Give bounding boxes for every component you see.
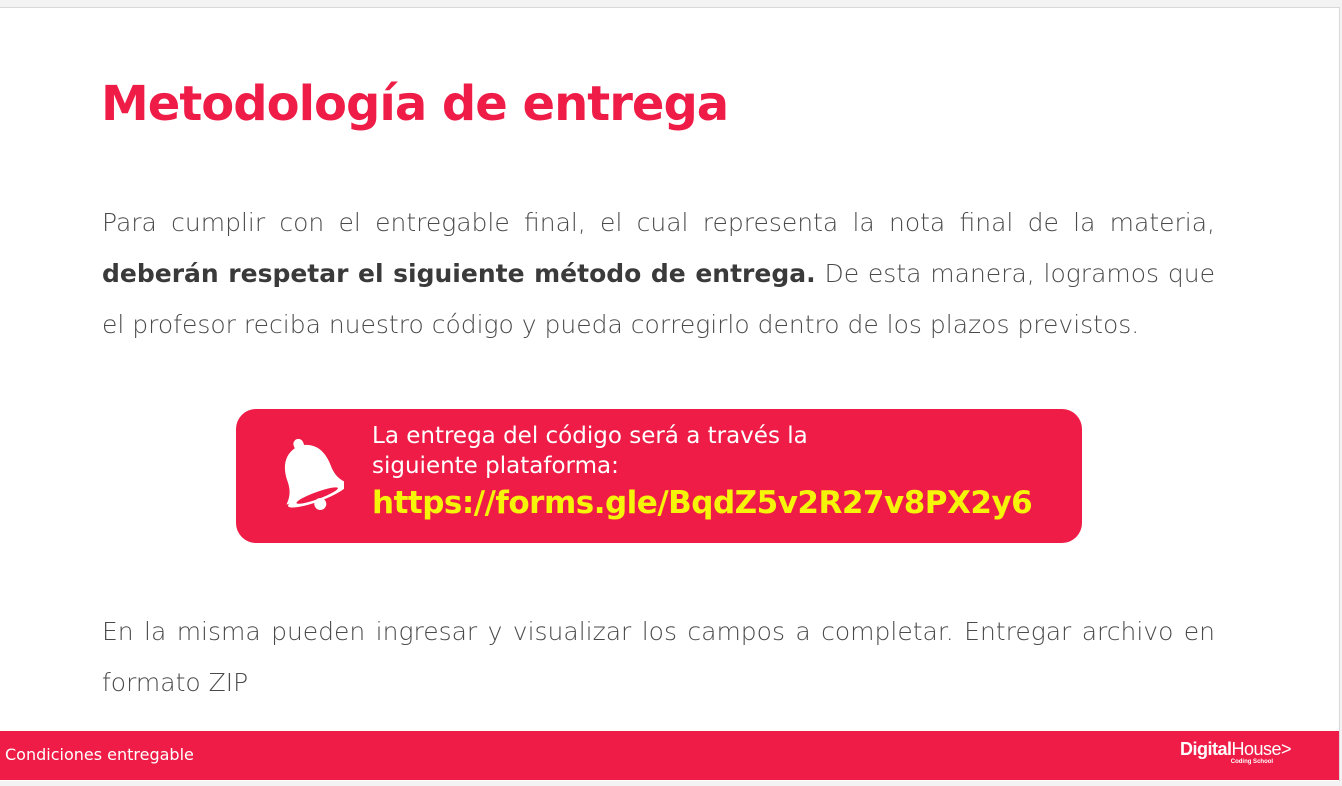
instructions-paragraph: En la misma pueden ingresar y visualizar…	[102, 617, 1215, 697]
callout-line-2: siguiente plataforma:	[372, 453, 619, 479]
intro-bold-text: deberán respetar el siguiente método de …	[102, 259, 816, 288]
intro-paragraph: Para cumplir con el entregable final, el…	[102, 197, 1215, 350]
logo-subtitle: Coding School	[1230, 759, 1274, 765]
logo-house: House	[1231, 739, 1282, 759]
logo-wordmark: DigitalHouse>	[1180, 739, 1292, 759]
logo-digital: Digital	[1180, 739, 1232, 759]
slide: Metodología de entrega Para cumplir con …	[0, 7, 1340, 781]
intro-text-start: Para cumplir con el entregable final, el…	[102, 208, 1215, 237]
slide-title: Metodología de entrega	[101, 76, 729, 132]
logo-arrow: >	[1281, 739, 1292, 759]
presentation-page: Metodología de entrega Para cumplir con …	[0, 0, 1342, 786]
slide-footer: Condiciones entregable DigitalHouse> Cod…	[0, 731, 1339, 780]
delivery-callout: La entrega del código será a través la s…	[236, 409, 1082, 543]
footer-label: Condiciones entregable	[5, 745, 194, 764]
delivery-form-link[interactable]: https://forms.gle/BqdZ5v2R27v8PX2y6	[372, 483, 1062, 523]
callout-text: La entrega del código será a través la s…	[372, 421, 1062, 523]
digital-house-logo: DigitalHouse> Coding School	[1180, 739, 1292, 766]
bell-icon	[284, 438, 344, 511]
callout-line-1: La entrega del código será a través la	[372, 423, 808, 449]
